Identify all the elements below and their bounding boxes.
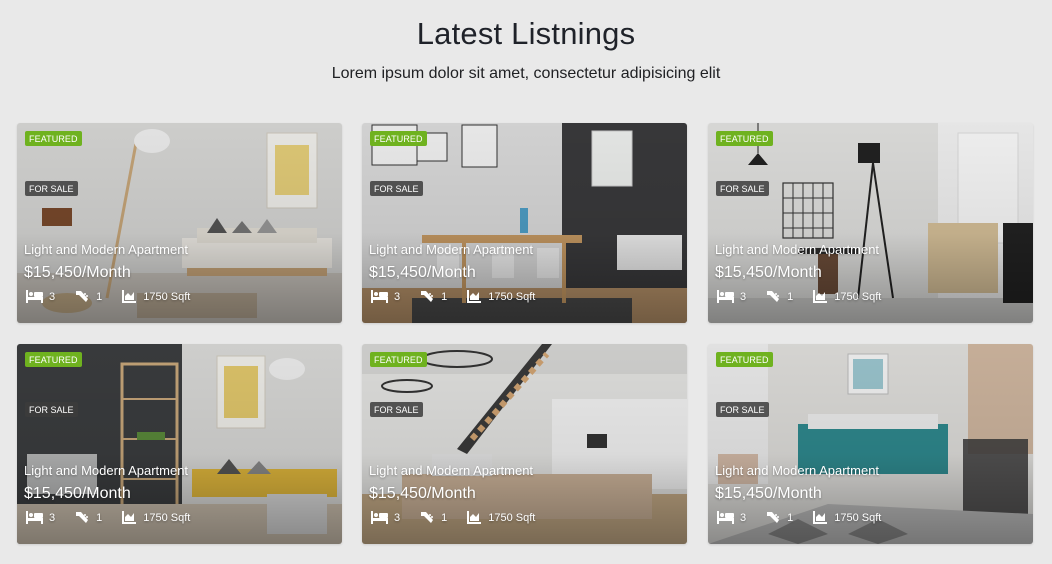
beds-count: 3 (740, 511, 747, 524)
listing-features: 3 1 1750 Sqft (717, 290, 901, 303)
bed-icon (371, 511, 388, 524)
listing-price: $15,450/Month (24, 485, 131, 502)
area-size: 1750 Sqft (143, 290, 191, 303)
listing-card[interactable]: FEATURED FOR SALE Light and Modern Apart… (17, 123, 342, 323)
beds-count: 3 (394, 511, 401, 524)
listing-price: $15,450/Month (24, 264, 131, 281)
listing-card[interactable]: FEATURED FOR SALE Light and Modern Apart… (708, 344, 1033, 544)
beds-count: 3 (740, 290, 747, 303)
area-size: 1750 Sqft (834, 290, 882, 303)
area-chart-icon (813, 290, 828, 303)
listing-price: $15,450/Month (369, 264, 476, 281)
listing-title[interactable]: Light and Modern Apartment (715, 242, 879, 257)
area-chart-icon (467, 290, 482, 303)
area-size: 1750 Sqft (834, 511, 882, 524)
featured-badge: FEATURED (716, 352, 773, 367)
listing-title[interactable]: Light and Modern Apartment (24, 242, 188, 257)
bed-icon (717, 511, 734, 524)
listing-card[interactable]: FEATURED FOR SALE Light and Modern Apart… (362, 123, 687, 323)
baths-count: 1 (787, 511, 794, 524)
bath-icon (767, 512, 780, 523)
for-sale-badge: FOR SALE (25, 402, 78, 417)
for-sale-badge: FOR SALE (370, 402, 423, 417)
listing-features: 3 1 1750 Sqft (717, 511, 901, 524)
listing-price: $15,450/Month (715, 264, 822, 281)
featured-badge: FEATURED (370, 131, 427, 146)
listing-features: 3 1 1750 Sqft (371, 511, 555, 524)
baths-count: 1 (441, 511, 448, 524)
featured-badge: FEATURED (370, 352, 427, 367)
area-size: 1750 Sqft (143, 511, 191, 524)
baths-count: 1 (441, 290, 448, 303)
featured-badge: FEATURED (716, 131, 773, 146)
bath-icon (76, 291, 89, 302)
area-chart-icon (122, 290, 137, 303)
area-chart-icon (467, 511, 482, 524)
for-sale-badge: FOR SALE (25, 181, 78, 196)
area-chart-icon (122, 511, 137, 524)
baths-count: 1 (96, 290, 103, 303)
bed-icon (717, 290, 734, 303)
section-title: Latest Listnings (416, 16, 636, 51)
for-sale-badge: FOR SALE (716, 402, 769, 417)
bed-icon (26, 290, 43, 303)
beds-count: 3 (49, 511, 56, 524)
beds-count: 3 (49, 290, 56, 303)
listing-title[interactable]: Light and Modern Apartment (369, 242, 533, 257)
bath-icon (76, 512, 89, 523)
featured-badge: FEATURED (25, 352, 82, 367)
bath-icon (767, 291, 780, 302)
listing-card[interactable]: FEATURED FOR SALE Light and Modern Apart… (17, 344, 342, 544)
baths-count: 1 (787, 290, 794, 303)
listing-price: $15,450/Month (369, 485, 476, 502)
listing-card[interactable]: FEATURED FOR SALE Light and Modern Apart… (708, 123, 1033, 323)
listing-title[interactable]: Light and Modern Apartment (369, 463, 533, 478)
listing-price: $15,450/Month (715, 485, 822, 502)
section-subtitle: Lorem ipsum dolor sit amet, consectetur … (331, 65, 721, 82)
baths-count: 1 (96, 511, 103, 524)
beds-count: 3 (394, 290, 401, 303)
area-size: 1750 Sqft (488, 290, 536, 303)
featured-badge: FEATURED (25, 131, 82, 146)
for-sale-badge: FOR SALE (716, 181, 769, 196)
listing-features: 3 1 1750 Sqft (371, 290, 555, 303)
bath-icon (421, 291, 434, 302)
listing-title[interactable]: Light and Modern Apartment (715, 463, 879, 478)
listing-features: 3 1 1750 Sqft (26, 290, 210, 303)
bed-icon (26, 511, 43, 524)
bath-icon (421, 512, 434, 523)
area-chart-icon (813, 511, 828, 524)
listing-card[interactable]: FEATURED FOR SALE Light and Modern Apart… (362, 344, 687, 544)
area-size: 1750 Sqft (488, 511, 536, 524)
bed-icon (371, 290, 388, 303)
listing-title[interactable]: Light and Modern Apartment (24, 463, 188, 478)
listing-features: 3 1 1750 Sqft (26, 511, 210, 524)
for-sale-badge: FOR SALE (370, 181, 423, 196)
